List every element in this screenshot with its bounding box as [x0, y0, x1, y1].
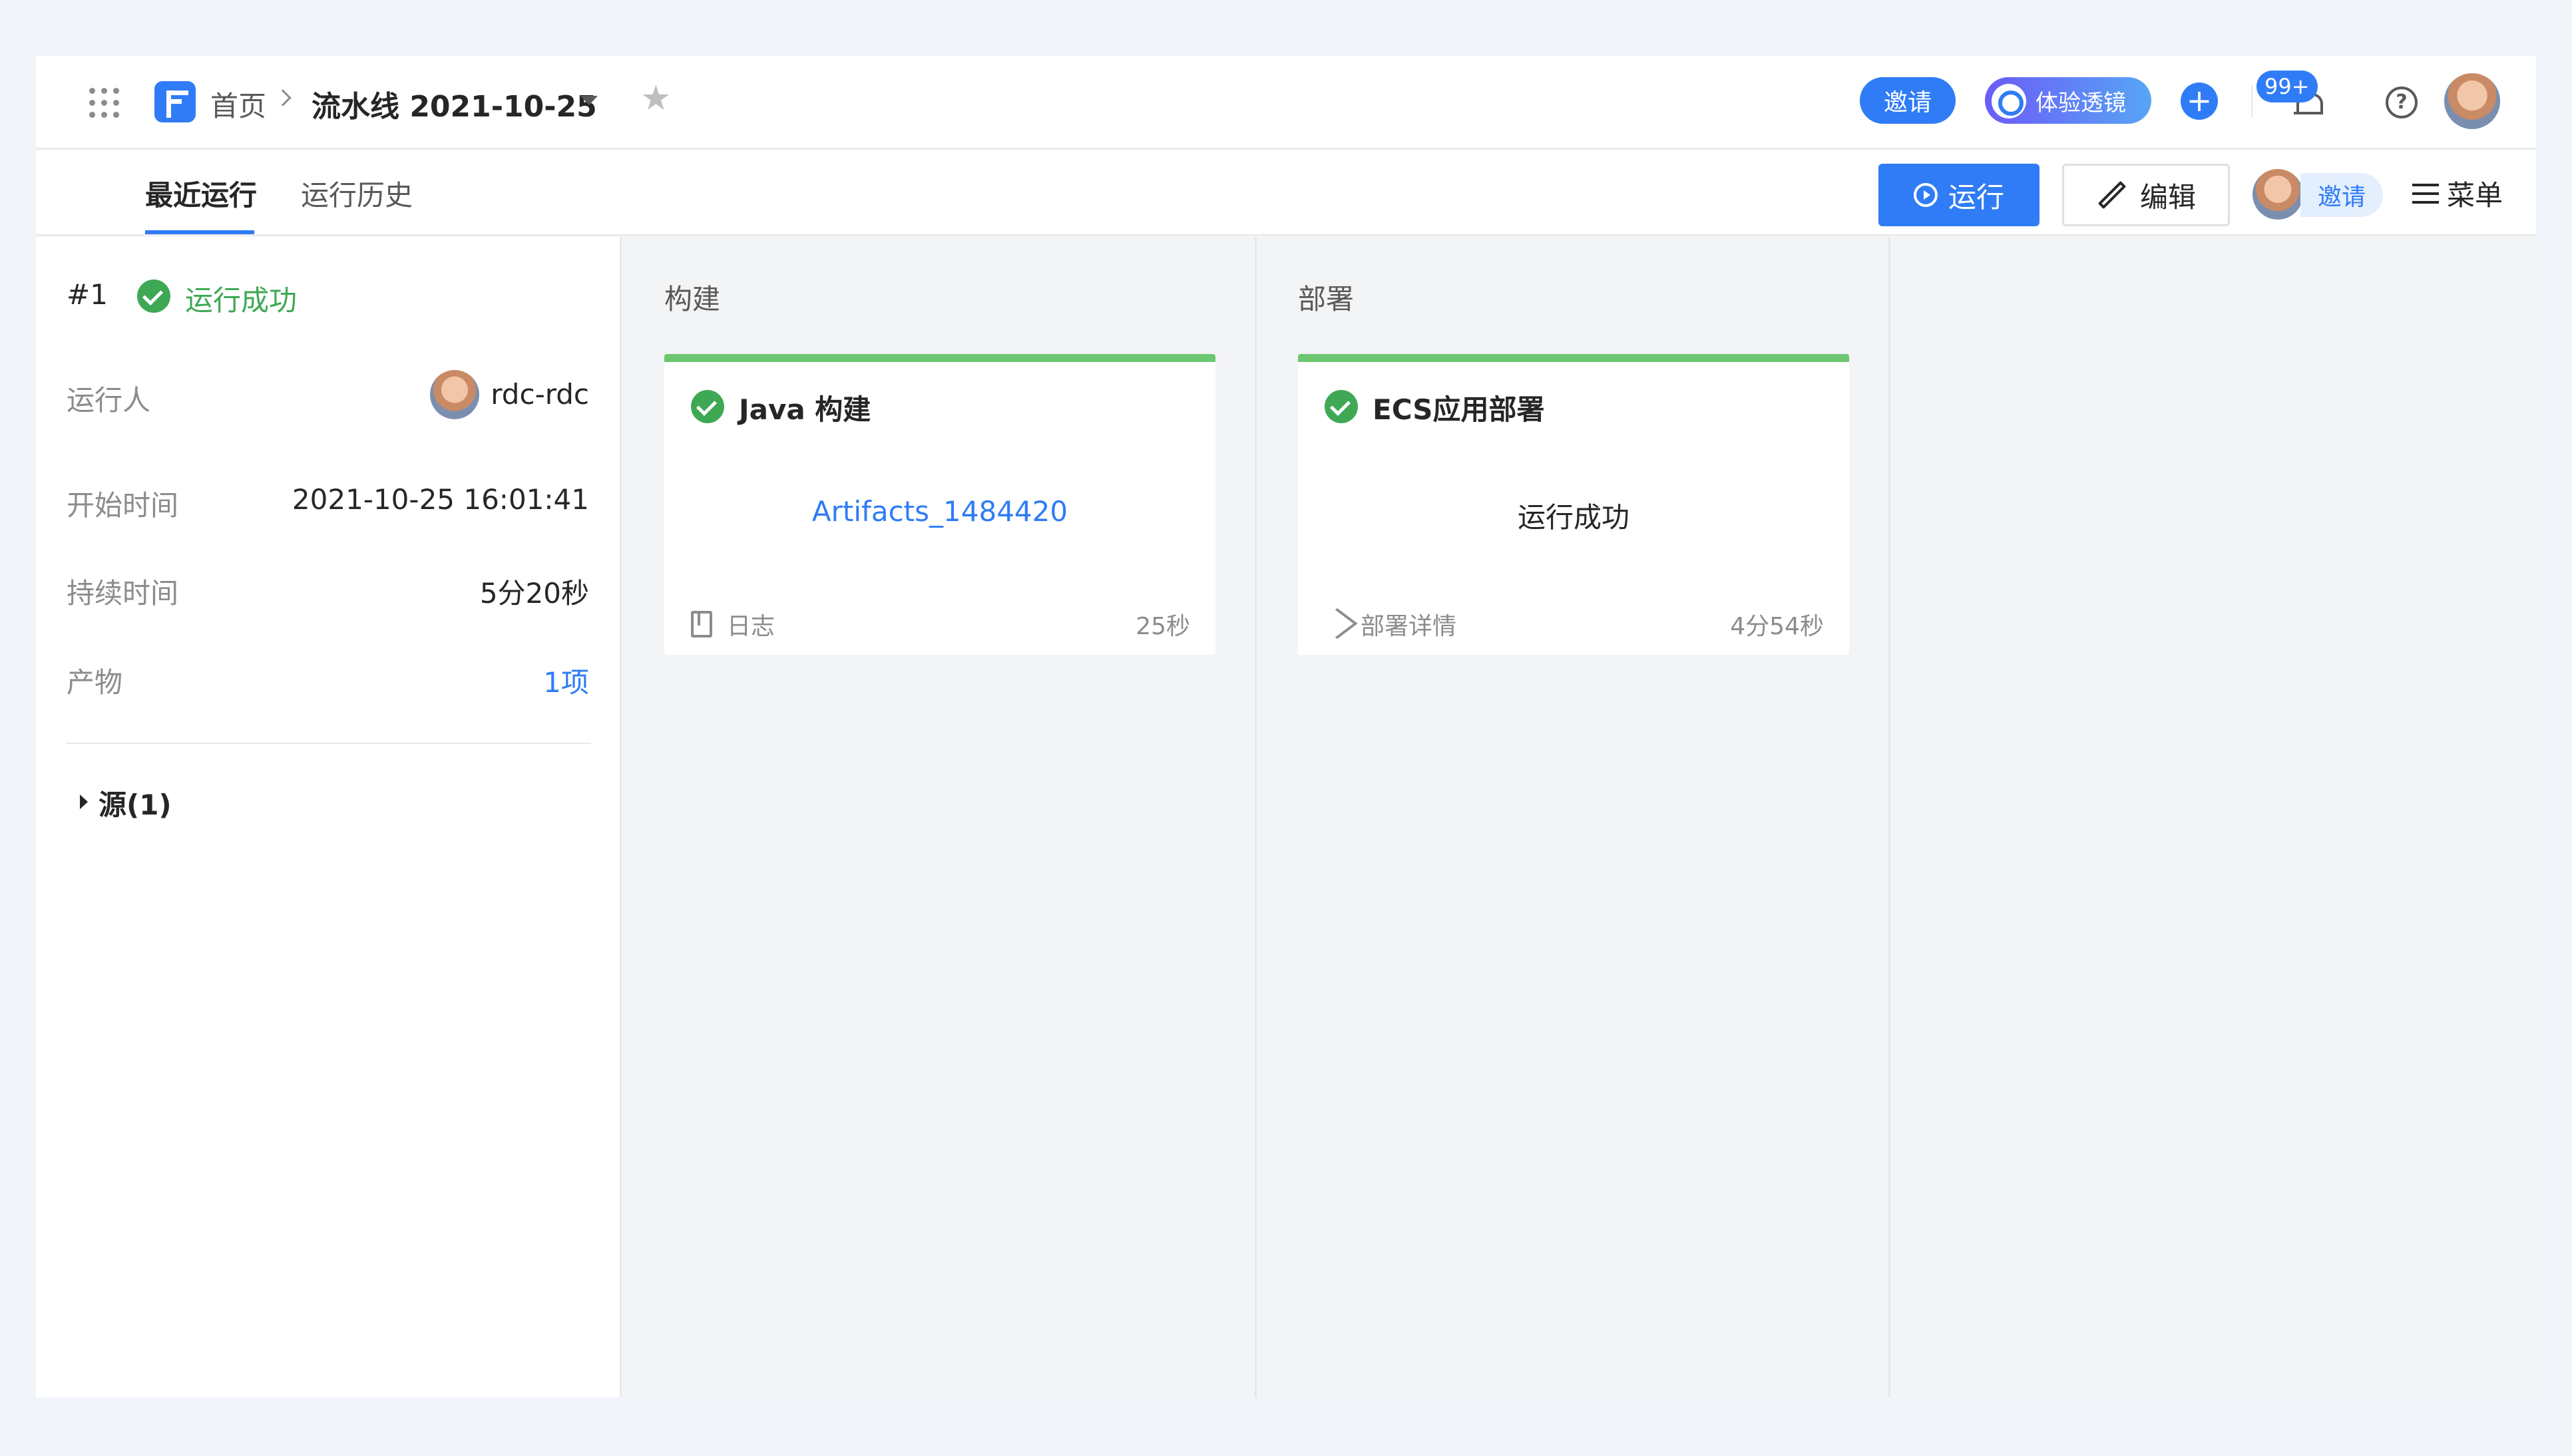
run-button-label: 运行	[1948, 180, 2004, 214]
invite-button[interactable]: 邀请	[1860, 77, 1956, 124]
menu-icon	[2412, 183, 2439, 204]
menu-label: 菜单	[2447, 179, 2503, 212]
divider	[2251, 85, 2252, 117]
pipeline-name[interactable]: 流水线 2021-10-25	[312, 83, 597, 125]
invite-member-button[interactable]: 邀请	[2300, 173, 2383, 217]
run-summary-panel: #1 运行成功 运行人 rdc-rdc 开始时间 2021-10-25 16:0…	[36, 237, 622, 1397]
runner-label: 运行人	[67, 384, 151, 417]
edit-button-label: 编辑	[2139, 180, 2196, 214]
job-card-java-build[interactable]: Java 构建 Artifacts_1484420 日志 25秒	[664, 354, 1215, 655]
success-check-icon	[1325, 390, 1358, 423]
breadcrumb-home[interactable]: 首页	[210, 84, 266, 124]
start-time-value: 2021-10-25 16:01:41	[292, 483, 589, 516]
user-avatar[interactable]	[2444, 73, 2500, 129]
app-grid-icon[interactable]	[89, 88, 120, 118]
job-status: 运行成功	[1517, 501, 1629, 534]
stage-title: 部署	[1298, 283, 1355, 315]
job-duration: 25秒	[1136, 613, 1190, 640]
lens-label: 体验透镜	[2036, 89, 2126, 116]
duration-label: 持续时间	[67, 577, 179, 610]
run-number: #1	[67, 278, 108, 311]
duration-value: 5分20秒	[479, 577, 589, 610]
pencil-icon	[2097, 180, 2127, 210]
sources-toggle[interactable]: 源(1)	[99, 783, 172, 823]
experience-lens-button[interactable]: 体验透镜	[1985, 77, 2151, 124]
divider	[67, 743, 591, 744]
lens-icon	[1992, 84, 2026, 118]
menu-button[interactable]: 菜单	[2412, 173, 2503, 214]
stage-title: 构建	[664, 283, 721, 315]
run-button[interactable]: 运行	[1878, 164, 2039, 226]
play-icon	[1913, 183, 1938, 207]
start-time-label: 开始时间	[67, 489, 179, 522]
caret-right-icon[interactable]	[80, 795, 88, 809]
send-icon	[1317, 608, 1358, 639]
member-avatar[interactable]	[2252, 169, 2303, 220]
runner-avatar	[430, 370, 479, 419]
job-title: ECS应用部署	[1373, 393, 1545, 426]
caret-down-icon[interactable]	[580, 96, 598, 105]
edit-button[interactable]: 编辑	[2062, 164, 2230, 226]
stage-deploy: 部署 ECS应用部署 运行成功 部署详情 4分54秒	[1257, 237, 1890, 1397]
job-card-ecs-deploy[interactable]: ECS应用部署 运行成功 部署详情 4分54秒	[1298, 354, 1849, 655]
tab-recent-runs[interactable]: 最近运行	[145, 173, 257, 214]
job-title: Java 构建	[739, 393, 871, 426]
flow-logo-icon[interactable]	[154, 81, 196, 122]
help-icon[interactable]: ?	[2386, 87, 2418, 118]
log-link[interactable]: 日志	[727, 607, 775, 641]
add-button[interactable]: +	[2181, 83, 2218, 120]
success-check-icon	[137, 279, 170, 313]
success-check-icon	[691, 390, 724, 423]
artifact-link[interactable]: Artifacts_1484420	[664, 495, 1215, 528]
artifacts-link[interactable]: 1项	[543, 660, 589, 701]
job-duration: 4分54秒	[1730, 613, 1824, 640]
log-book-icon	[691, 611, 712, 637]
deploy-details-link[interactable]: 部署详情	[1361, 607, 1456, 641]
tab-bar: 最近运行 运行历史 运行 编辑 邀请 菜单	[36, 150, 2536, 236]
stage-build: 构建 Java 构建 Artifacts_1484420 日志 25秒	[623, 237, 1257, 1397]
run-status: 运行成功	[185, 284, 298, 317]
notification-badge: 99+	[2256, 71, 2318, 102]
top-bar: 首页 流水线 2021-10-25 ★ 邀请 体验透镜 + 99+ ?	[36, 56, 2536, 149]
runner-value: rdc-rdc	[491, 378, 589, 411]
artifacts-label: 产物	[67, 666, 123, 699]
chevron-right-icon	[274, 89, 292, 106]
active-tab-indicator	[145, 230, 254, 234]
app-window: 首页 流水线 2021-10-25 ★ 邀请 体验透镜 + 99+ ? 最近运行…	[36, 56, 2536, 1397]
star-icon[interactable]: ★	[640, 81, 672, 116]
tab-run-history[interactable]: 运行历史	[301, 173, 413, 214]
